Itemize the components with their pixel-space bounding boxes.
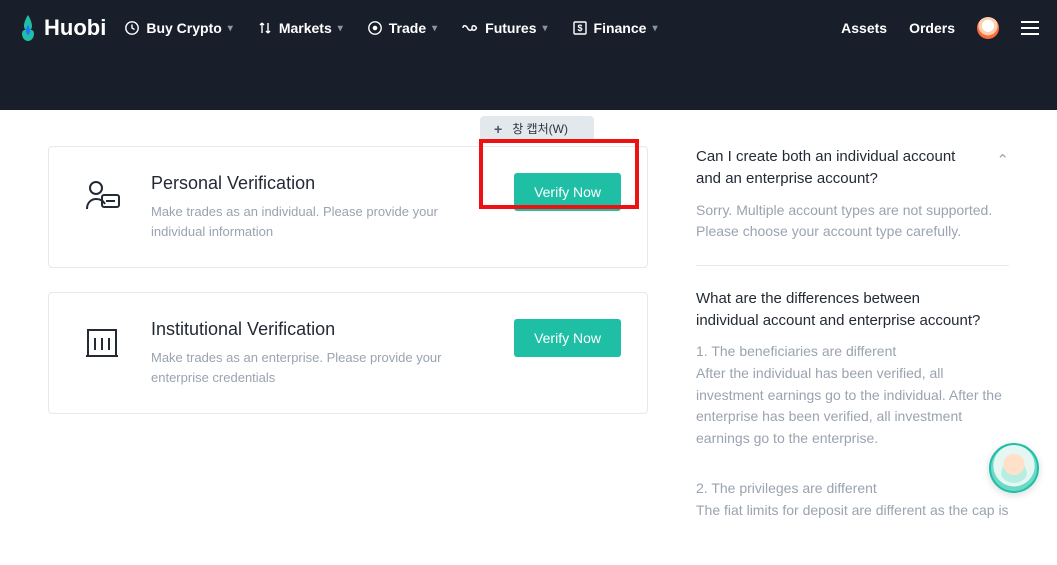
institutional-verification-card: Institutional Verification Make trades a… (48, 292, 648, 414)
faq-2-body-1: After the individual has been verified, … (696, 363, 1009, 450)
chevron-down-icon: ▾ (228, 23, 233, 34)
hamburger-menu-icon[interactable] (1021, 21, 1039, 35)
verification-column: Personal Verification Make trades as an … (48, 146, 648, 565)
main-nav: Buy Crypto ▾ Markets ▾ Trade ▾ Futures ▾… (124, 20, 841, 36)
clock-icon (124, 20, 140, 36)
chat-support-avatar[interactable] (989, 443, 1039, 493)
nav-orders[interactable]: Orders (909, 20, 955, 36)
swap-icon (257, 20, 273, 36)
user-avatar[interactable] (977, 17, 999, 39)
faq-item-2: What are the differences between individ… (696, 288, 1009, 543)
nav-assets[interactable]: Assets (841, 20, 887, 36)
faq-answer-1: Sorry. Multiple account types are not su… (696, 200, 1009, 243)
chevron-down-icon: ▾ (338, 23, 343, 34)
chevron-down-icon: ▾ (652, 23, 657, 34)
nav-futures[interactable]: Futures ▾ (461, 20, 547, 36)
personal-title: Personal Verification (151, 173, 488, 194)
nav-trade[interactable]: Trade ▾ (367, 20, 437, 36)
faq-2-body-2: The fiat limits for deposit are differen… (696, 500, 1009, 522)
faq-item-1: Can I create both an individual account … (696, 146, 1009, 266)
institutional-title: Institutional Verification (151, 319, 488, 340)
faq-2-subtitle-2: 2. The privileges are different (696, 478, 1009, 500)
chevron-down-icon: ▾ (432, 23, 437, 34)
right-nav: Assets Orders (841, 17, 1039, 39)
brand-text: Huobi (44, 15, 106, 41)
main-content: Personal Verification Make trades as an … (0, 146, 1057, 565)
top-nav: Huobi Buy Crypto ▾ Markets ▾ Trade ▾ Fut… (0, 0, 1057, 56)
infinity-icon (461, 20, 479, 36)
faq-question-2[interactable]: What are the differences between individ… (696, 288, 1009, 332)
faq-column: Can I create both an individual account … (696, 146, 1009, 565)
institutional-desc: Make trades as an enterprise. Please pro… (151, 348, 471, 387)
person-id-icon (79, 173, 125, 219)
dollar-square-icon: $ (572, 20, 588, 36)
huobi-flame-icon (18, 15, 38, 41)
personal-verify-button[interactable]: Verify Now (514, 173, 621, 211)
plus-icon: + (494, 121, 502, 137)
building-icon (79, 319, 125, 365)
nav-finance[interactable]: $ Finance ▾ (572, 20, 658, 36)
header-dark-band (0, 56, 1057, 110)
nav-buy-crypto[interactable]: Buy Crypto ▾ (124, 20, 232, 36)
chevron-down-icon: ▾ (543, 23, 548, 34)
circle-dot-icon (367, 20, 383, 36)
nav-markets[interactable]: Markets ▾ (257, 20, 343, 36)
faq-question-1[interactable]: Can I create both an individual account … (696, 146, 1009, 190)
brand-logo[interactable]: Huobi (18, 15, 106, 41)
svg-text:$: $ (577, 23, 582, 33)
personal-verification-card: Personal Verification Make trades as an … (48, 146, 648, 268)
screen-capture-overlay[interactable]: + 창 캡처(W) (480, 116, 594, 141)
faq-2-subtitle-1: 1. The beneficiaries are different (696, 341, 1009, 363)
personal-desc: Make trades as an individual. Please pro… (151, 202, 471, 241)
chevron-up-icon: ⌃ (996, 150, 1009, 172)
institutional-verify-button[interactable]: Verify Now (514, 319, 621, 357)
